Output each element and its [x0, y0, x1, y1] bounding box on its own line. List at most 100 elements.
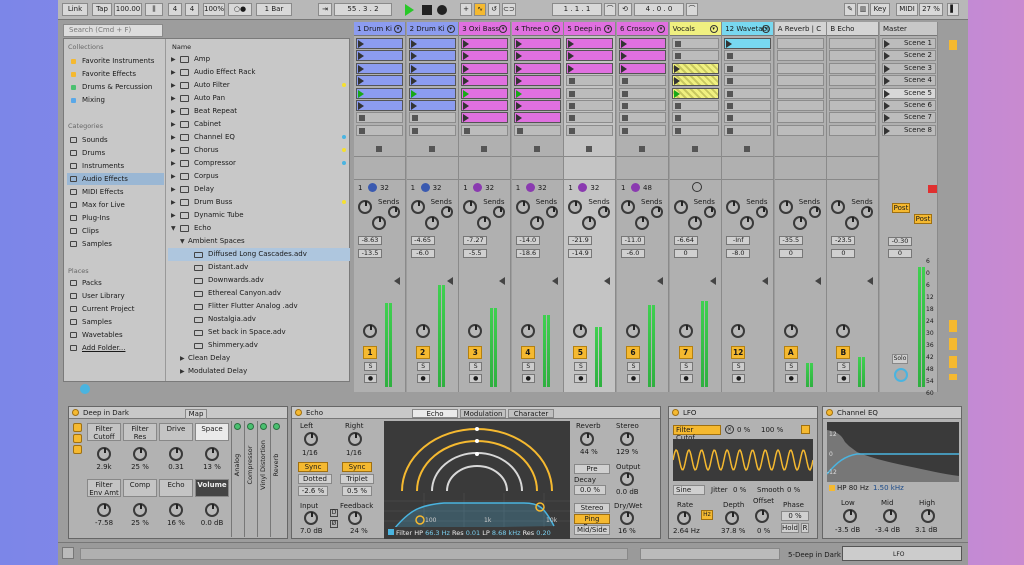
sidebar-category[interactable]: Clips [67, 225, 164, 237]
expand-arrow-icon[interactable]: ▶ [171, 66, 176, 79]
metronome-icon[interactable]: ⫼ [145, 3, 163, 16]
map-button[interactable]: Map [185, 409, 207, 419]
track-activator[interactable]: 2 [415, 346, 430, 359]
power-icon[interactable] [826, 409, 833, 416]
shape-select[interactable]: Sine [673, 485, 705, 495]
clip-slot[interactable] [829, 124, 877, 136]
clip-slot[interactable] [776, 112, 824, 124]
track-activator[interactable]: 6 [626, 346, 640, 359]
track-delay-knob[interactable] [520, 324, 535, 338]
rack-view-icon[interactable] [73, 445, 82, 454]
clip-stop-icon[interactable] [727, 78, 734, 85]
track-stop-icon[interactable] [376, 146, 382, 152]
macro-label-button[interactable]: Volume [195, 479, 229, 497]
left-time-knob[interactable] [304, 432, 318, 446]
clip-stop-icon[interactable] [464, 127, 471, 134]
clip-play-icon[interactable] [515, 89, 522, 98]
track-delay-knob[interactable] [731, 324, 746, 338]
pan-value[interactable]: -8.0 [726, 249, 751, 258]
clip-slot[interactable] [461, 87, 509, 99]
vocals-knob-icon[interactable] [691, 182, 702, 192]
clip-stop-icon[interactable] [569, 90, 576, 97]
clip-slot[interactable] [671, 38, 719, 49]
clip-play-icon[interactable] [410, 52, 417, 61]
unmap-icon[interactable]: × [725, 425, 734, 434]
pan-value[interactable]: 0 [778, 249, 803, 258]
clip-play-icon[interactable] [673, 89, 680, 98]
volume-value[interactable]: -23.5 [831, 236, 856, 245]
chain-power-icon[interactable] [260, 423, 267, 430]
clip-play-icon[interactable] [463, 52, 470, 61]
rate-knob[interactable] [677, 511, 691, 525]
sidebar-category[interactable]: Audio Effects [67, 173, 164, 185]
pan-value[interactable]: -6.0 [621, 249, 645, 258]
expand-arrow-icon[interactable]: ▶ [171, 144, 176, 157]
tempo-field[interactable]: 100.00 [114, 3, 142, 16]
midi-map-button[interactable]: MIDI [896, 3, 918, 16]
pan-value[interactable]: 0 [673, 249, 698, 258]
rack-view-icon[interactable] [73, 434, 82, 443]
macro-knob[interactable] [205, 503, 219, 517]
mid-freq[interactable]: 1.50 kHz [873, 484, 904, 492]
track-stop-icon[interactable] [533, 146, 540, 152]
clip-play-icon[interactable] [358, 40, 364, 48]
scene-play-icon[interactable] [884, 64, 890, 73]
clip-toggle[interactable]: D [330, 509, 338, 517]
clip-slot[interactable] [356, 112, 403, 124]
track-header[interactable]: 5 Deep in ▾ [564, 22, 616, 36]
clip-slot[interactable] [408, 124, 456, 136]
clip-stop-icon[interactable] [622, 78, 628, 85]
map-icon[interactable] [801, 425, 810, 434]
track-activator[interactable]: B [836, 346, 851, 359]
expand-arrow-icon[interactable]: ▼ [180, 235, 185, 248]
pan-knob[interactable] [598, 206, 611, 218]
clip-stop-icon[interactable] [359, 127, 365, 134]
track-header[interactable]: A Reverb | C [774, 22, 826, 36]
clip-slot[interactable] [566, 62, 614, 74]
clip-play-icon[interactable] [410, 77, 417, 86]
clip-stop-icon[interactable] [569, 103, 576, 109]
clip-slot[interactable] [829, 100, 877, 111]
clip-slot[interactable] [619, 38, 666, 49]
track-activator[interactable]: 4 [520, 346, 535, 359]
scene-launch[interactable]: Scene 7 [882, 112, 936, 124]
macro-label-button[interactable]: Drive [159, 423, 193, 441]
automation-arm-icon[interactable]: ∿ [474, 3, 486, 16]
clip-slot[interactable] [513, 100, 561, 111]
volume-value[interactable]: -Inf [726, 236, 751, 245]
scene-launch[interactable]: Scene 2 [882, 50, 936, 62]
macro-label-button[interactable]: Comp [123, 479, 157, 497]
clip-play-icon[interactable] [463, 77, 470, 86]
clip-slot[interactable] [461, 100, 509, 111]
track-delay-knob[interactable] [626, 324, 640, 338]
clip-slot[interactable] [566, 75, 614, 87]
clip-stop-icon[interactable] [622, 115, 628, 122]
clip-play-icon[interactable] [463, 40, 470, 48]
clip-play-icon[interactable] [515, 64, 522, 73]
send-b-knob[interactable] [424, 216, 439, 230]
hp-toggle[interactable] [829, 485, 835, 491]
clip-stop-icon[interactable] [674, 115, 681, 122]
solo-button[interactable]: S [784, 362, 798, 371]
arm-button[interactable]: ● [679, 374, 693, 383]
clip-stop-icon[interactable] [569, 115, 576, 122]
track-menu-icon[interactable]: ▾ [446, 25, 455, 33]
preset-item[interactable]: Diffused Long Cascades.adv [168, 248, 350, 261]
scene-launch[interactable]: Scene 3 [882, 62, 936, 74]
track-delay-knob[interactable] [678, 324, 693, 338]
clip-slot[interactable] [671, 124, 719, 136]
clip-slot[interactable] [513, 124, 561, 136]
decay-field[interactable]: 0.0 % [574, 485, 606, 495]
clip-slot[interactable] [829, 75, 877, 87]
track-activator[interactable]: 7 [678, 346, 693, 359]
track-stop-icon[interactable] [691, 146, 698, 152]
clip-slot[interactable] [724, 50, 772, 62]
clip-slot[interactable] [513, 38, 561, 49]
power-icon[interactable] [672, 409, 679, 416]
clip-slot[interactable] [776, 100, 824, 111]
solo-button[interactable]: Solo [892, 354, 908, 364]
feedback-knob[interactable] [348, 511, 362, 525]
volume-value[interactable]: -35.5 [778, 236, 803, 245]
signature-numerator[interactable]: 4 [168, 3, 182, 16]
send-a-knob[interactable] [831, 200, 846, 214]
